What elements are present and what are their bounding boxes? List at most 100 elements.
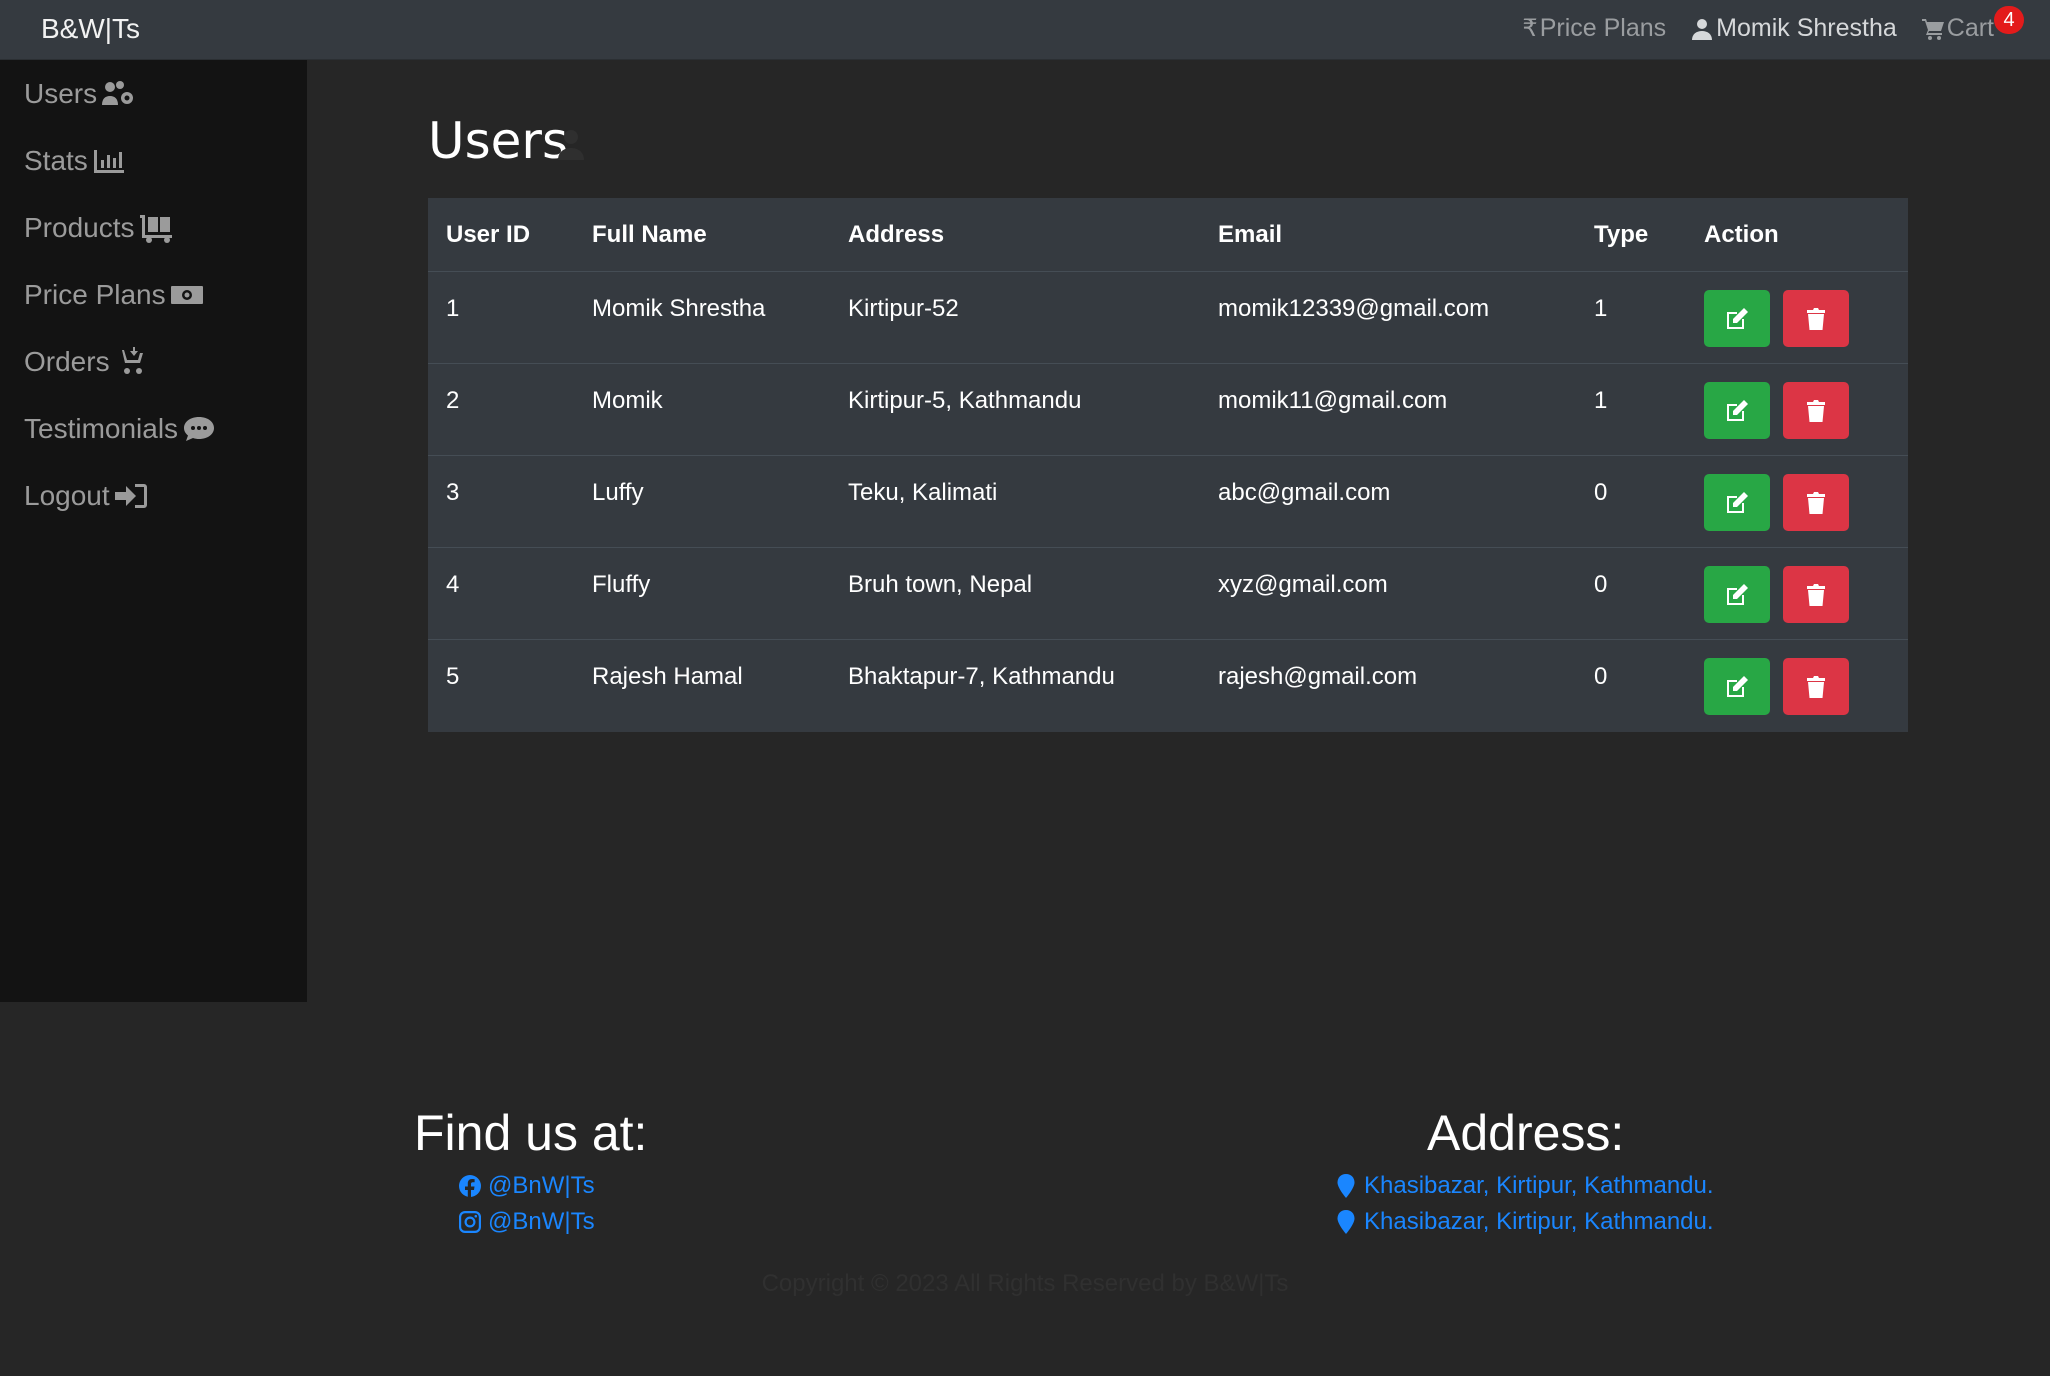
- users-table: User ID Full Name Address Email Type Act…: [428, 198, 1908, 732]
- sidebar: Users Stats Products Price Plans Orders …: [0, 60, 307, 1002]
- cell-action: [1686, 271, 1908, 364]
- edit-button[interactable]: [1704, 290, 1770, 347]
- delete-button[interactable]: [1783, 290, 1849, 347]
- cell-email: abc@gmail.com: [1200, 455, 1576, 548]
- delete-button[interactable]: [1783, 382, 1849, 439]
- footer: Find us at: @BnW|Ts @BnW|Ts Address: Kha…: [0, 1024, 2050, 1374]
- sidebar-item-label: Users: [24, 77, 98, 109]
- trash-icon: [1807, 399, 1825, 422]
- facebook-link[interactable]: @BnW|Ts: [458, 1172, 595, 1200]
- user-icon: [1692, 18, 1713, 40]
- cell-email: momik12339@gmail.com: [1200, 271, 1576, 364]
- trash-icon: [1807, 583, 1825, 606]
- cell-email: rajesh@gmail.com: [1200, 639, 1576, 732]
- map-marker-icon: [1337, 1210, 1355, 1234]
- cell-type: 0: [1576, 547, 1686, 640]
- map-marker-icon: [1337, 1174, 1355, 1198]
- nav-right: ₹ Price Plans Momik Shrestha Cart 4: [1522, 6, 2024, 43]
- cell-address: Kirtipur-52: [830, 271, 1200, 364]
- header-action: Action: [1704, 220, 1779, 248]
- edit-button[interactable]: [1704, 382, 1770, 439]
- sidebar-item-testimonials[interactable]: Testimonials: [0, 395, 307, 462]
- edit-button[interactable]: [1704, 474, 1770, 531]
- nav-cart-label: Cart: [1946, 14, 1994, 42]
- address-link-2[interactable]: Khasibazar, Kirtipur, Kathmandu.: [1334, 1208, 1714, 1236]
- cell-address: Teku, Kalimati: [830, 455, 1200, 548]
- nav-price-plans[interactable]: ₹ Price Plans: [1522, 14, 1666, 43]
- cell-user-id: 5: [428, 639, 574, 732]
- users-icon: [556, 128, 586, 162]
- sidebar-item-stats[interactable]: Stats: [0, 127, 307, 194]
- sidebar-item-label: Products: [24, 211, 135, 243]
- cell-email: momik11@gmail.com: [1200, 363, 1576, 456]
- sidebar-item-users[interactable]: Users: [0, 60, 307, 127]
- money-bill-icon: [170, 285, 203, 304]
- edit-button[interactable]: [1704, 566, 1770, 623]
- nav-user-name: Momik Shrestha: [1716, 14, 1897, 42]
- table-row: 5 Rajesh Hamal Bhaktapur-7, Kathmandu ra…: [428, 639, 1908, 732]
- address-text-2: Khasibazar, Kirtipur, Kathmandu.: [1364, 1208, 1714, 1235]
- nav-price-plans-label: Price Plans: [1539, 14, 1667, 42]
- facebook-icon: [459, 1175, 481, 1198]
- cell-action: [1686, 547, 1908, 640]
- sidebar-item-logout[interactable]: Logout: [0, 462, 307, 529]
- sidebar-item-label: Logout: [24, 479, 110, 511]
- cell-address: Kirtipur-5, Kathmandu: [830, 363, 1200, 456]
- instagram-handle: @BnW|Ts: [488, 1208, 595, 1235]
- chart-bar-icon: [93, 149, 124, 173]
- sidebar-item-label: Testimonials: [24, 412, 179, 444]
- find-us-heading: Find us at:: [414, 1105, 648, 1161]
- delete-button[interactable]: [1783, 658, 1849, 715]
- top-navbar: B&W|Ts ₹ Price Plans Momik Shrestha Cart…: [0, 0, 2050, 60]
- cell-type: 1: [1576, 363, 1686, 456]
- sidebar-item-orders[interactable]: Orders: [0, 328, 307, 395]
- instagram-link[interactable]: @BnW|Ts: [458, 1208, 595, 1236]
- sign-out-icon: [114, 483, 147, 508]
- cell-user-id: 1: [428, 271, 574, 364]
- instagram-icon: [459, 1211, 481, 1233]
- header-full-name: Full Name: [592, 220, 707, 248]
- delete-button[interactable]: [1783, 566, 1849, 623]
- edit-button[interactable]: [1704, 658, 1770, 715]
- cell-user-id: 2: [428, 363, 574, 456]
- rupee-icon: ₹: [1522, 15, 1538, 42]
- cell-address: Bhaktapur-7, Kathmandu: [830, 639, 1200, 732]
- address-text-1: Khasibazar, Kirtipur, Kathmandu.: [1364, 1172, 1714, 1199]
- sidebar-item-price-plans[interactable]: Price Plans: [0, 261, 307, 328]
- edit-icon: [1727, 583, 1748, 605]
- edit-icon: [1727, 675, 1748, 697]
- cell-action: [1686, 455, 1908, 548]
- cart-arrow-icon: [116, 346, 143, 374]
- address-link-1[interactable]: Khasibazar, Kirtipur, Kathmandu.: [1334, 1172, 1714, 1200]
- sidebar-item-label: Price Plans: [24, 278, 166, 310]
- copyright-text: Copyright © 2023 All Rights Reserved by …: [761, 1270, 1289, 1297]
- facebook-handle: @BnW|Ts: [488, 1172, 595, 1199]
- page-title: Users: [428, 112, 569, 170]
- sidebar-item-label: Stats: [24, 144, 88, 176]
- cell-full-name: Fluffy: [574, 547, 830, 640]
- edit-icon: [1727, 307, 1748, 329]
- cell-full-name: Rajesh Hamal: [574, 639, 830, 732]
- table-header-row: User ID Full Name Address Email Type Act…: [428, 198, 1908, 272]
- table-row: 4 Fluffy Bruh town, Nepal xyz@gmail.com …: [428, 547, 1908, 640]
- cell-type: 0: [1576, 455, 1686, 548]
- address-heading: Address:: [1427, 1105, 1625, 1161]
- table-row: 1 Momik Shrestha Kirtipur-52 momik12339@…: [428, 271, 1908, 364]
- header-address: Address: [848, 220, 945, 248]
- cell-user-id: 4: [428, 547, 574, 640]
- edit-icon: [1727, 399, 1748, 421]
- nav-user[interactable]: Momik Shrestha: [1690, 14, 1897, 43]
- cart-count-badge: 4: [1994, 6, 2024, 34]
- nav-cart[interactable]: Cart 4: [1921, 6, 2024, 43]
- comment-icon: [184, 416, 215, 441]
- header-user-id: User ID: [446, 220, 531, 248]
- sidebar-item-products[interactable]: Products: [0, 194, 307, 261]
- cell-full-name: Luffy: [574, 455, 830, 548]
- delete-button[interactable]: [1783, 474, 1849, 531]
- trash-icon: [1807, 307, 1825, 330]
- trash-icon: [1807, 675, 1825, 698]
- edit-icon: [1727, 491, 1748, 513]
- brand-logo[interactable]: B&W|Ts: [41, 13, 140, 45]
- cell-type: 0: [1576, 639, 1686, 732]
- cell-full-name: Momik Shrestha: [574, 271, 830, 364]
